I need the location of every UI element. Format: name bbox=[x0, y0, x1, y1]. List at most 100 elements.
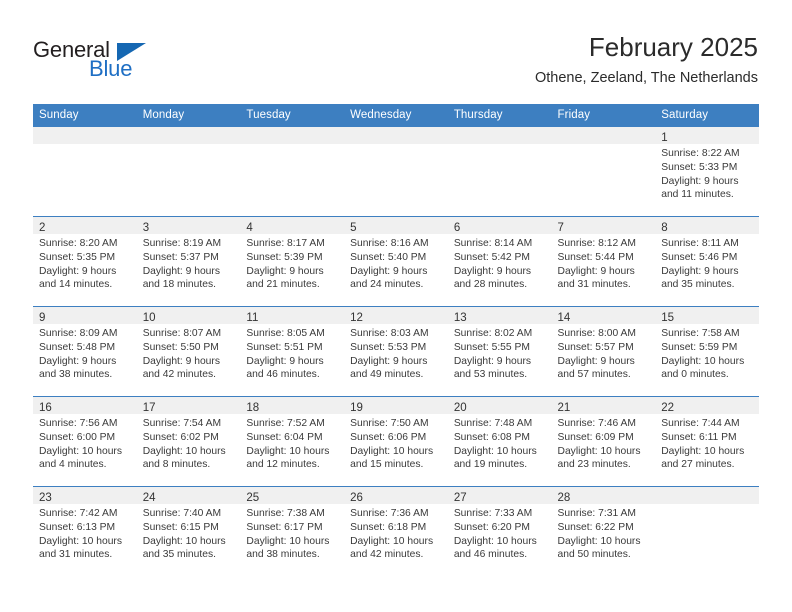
daylight-text: Daylight: 10 hours and 50 minutes. bbox=[557, 535, 641, 561]
day-details: Sunrise: 7:48 AM Sunset: 6:08 PM Daylight:… bbox=[448, 414, 552, 472]
calendar-table: Sunday Monday Tuesday Wednesday Thursday… bbox=[33, 104, 759, 576]
day-cell-inner bbox=[447, 127, 552, 216]
calendar-day-cell[interactable]: 7 Sunrise: 8:12 AM Sunset: 5:44 PM Daylight… bbox=[551, 216, 656, 307]
sunset-text: Sunset: 5:57 PM bbox=[557, 341, 634, 353]
day-cell-inner: 18 Sunrise: 7:52 AM Sunset: 6:04 PM Dayligh… bbox=[240, 397, 345, 486]
sunset-text: Sunset: 5:35 PM bbox=[39, 251, 116, 263]
calendar-day-cell[interactable]: 24 Sunrise: 7:40 AM Sunset: 6:15 PM Dayligh… bbox=[136, 486, 241, 576]
sunrise-text: Sunrise: 8:03 AM bbox=[350, 328, 429, 339]
weekday-header-tuesday: Tuesday bbox=[240, 104, 345, 127]
daylight-text: Daylight: 10 hours and 19 minutes. bbox=[453, 445, 537, 471]
day-details: Sunrise: 8:02 AM Sunset: 5:55 PM Daylight:… bbox=[448, 324, 552, 382]
calendar-day-cell[interactable]: 3 Sunrise: 8:19 AM Sunset: 5:37 PM Daylight… bbox=[136, 216, 241, 307]
sunset-text: Sunset: 6:04 PM bbox=[246, 431, 323, 443]
day-number-band bbox=[447, 127, 552, 144]
sunrise-text: Sunrise: 8:00 AM bbox=[557, 328, 636, 339]
calendar-day-cell[interactable]: 16 Sunrise: 7:56 AM Sunset: 6:00 PM Dayligh… bbox=[33, 396, 137, 487]
calendar-day-cell[interactable]: 15 Sunrise: 7:58 AM Sunset: 5:59 PM Dayligh… bbox=[655, 306, 759, 397]
calendar-day-cell[interactable]: 26 Sunrise: 7:36 AM Sunset: 6:18 PM Dayligh… bbox=[344, 486, 448, 576]
day-cell-inner: 20 Sunrise: 7:48 AM Sunset: 6:08 PM Dayligh… bbox=[447, 397, 552, 486]
day-cell-inner: 19 Sunrise: 7:50 AM Sunset: 6:06 PM Dayligh… bbox=[344, 397, 448, 486]
day-number-band: 18 bbox=[240, 397, 345, 414]
calendar-day-cell[interactable]: 22 Sunrise: 7:44 AM Sunset: 6:11 PM Dayligh… bbox=[655, 396, 759, 487]
daylight-text: Daylight: 9 hours and 57 minutes. bbox=[557, 355, 635, 381]
sunset-text: Sunset: 5:40 PM bbox=[350, 251, 427, 263]
day-number-band: 15 bbox=[655, 307, 759, 324]
day-details: Sunrise: 7:58 AM Sunset: 5:59 PM Daylight:… bbox=[655, 324, 759, 382]
day-number-band: 6 bbox=[447, 217, 552, 234]
day-details: Sunrise: 7:42 AM Sunset: 6:13 PM Daylight:… bbox=[33, 504, 137, 562]
calendar-day-cell[interactable]: 12 Sunrise: 8:03 AM Sunset: 5:53 PM Dayligh… bbox=[344, 306, 448, 397]
calendar-day-cell[interactable]: 1 Sunrise: 8:22 AM Sunset: 5:33 PM Daylight… bbox=[655, 127, 759, 217]
day-number: 3 bbox=[142, 222, 150, 234]
daylight-text: Daylight: 10 hours and 35 minutes. bbox=[142, 535, 226, 561]
daylight-text: Daylight: 9 hours and 18 minutes. bbox=[142, 265, 220, 291]
calendar-cell-empty bbox=[551, 127, 656, 217]
day-number-band: 9 bbox=[33, 307, 137, 324]
sunset-text: Sunset: 6:06 PM bbox=[350, 431, 427, 443]
day-cell-inner: 1 Sunrise: 8:22 AM Sunset: 5:33 PM Daylight… bbox=[655, 127, 759, 216]
daylight-text: Daylight: 10 hours and 0 minutes. bbox=[661, 355, 745, 381]
day-number-band bbox=[136, 127, 241, 144]
sunset-text: Sunset: 5:42 PM bbox=[453, 251, 530, 263]
day-number-band: 22 bbox=[655, 397, 759, 414]
daylight-text: Daylight: 10 hours and 4 minutes. bbox=[39, 445, 122, 471]
calendar-day-cell[interactable]: 20 Sunrise: 7:48 AM Sunset: 6:08 PM Dayligh… bbox=[447, 396, 552, 487]
day-number: 7 bbox=[557, 222, 564, 234]
calendar-day-cell[interactable]: 13 Sunrise: 8:02 AM Sunset: 5:55 PM Dayligh… bbox=[447, 306, 552, 397]
calendar-day-cell[interactable]: 19 Sunrise: 7:50 AM Sunset: 6:06 PM Dayligh… bbox=[344, 396, 448, 487]
day-number: 25 bbox=[246, 492, 260, 504]
calendar-day-cell[interactable]: 17 Sunrise: 7:54 AM Sunset: 6:02 PM Dayligh… bbox=[136, 396, 241, 487]
day-details: Sunrise: 7:46 AM Sunset: 6:09 PM Daylight:… bbox=[552, 414, 656, 472]
day-number: 2 bbox=[39, 222, 46, 234]
sunrise-text: Sunrise: 7:33 AM bbox=[453, 508, 533, 519]
day-details: Sunrise: 8:07 AM Sunset: 5:50 PM Daylight:… bbox=[137, 324, 241, 382]
day-number-band: 11 bbox=[240, 307, 345, 324]
calendar-day-cell[interactable]: 11 Sunrise: 8:05 AM Sunset: 5:51 PM Dayligh… bbox=[240, 306, 345, 397]
calendar-day-cell[interactable]: 28 Sunrise: 7:31 AM Sunset: 6:22 PM Dayligh… bbox=[551, 486, 656, 576]
calendar-day-cell[interactable]: 14 Sunrise: 8:00 AM Sunset: 5:57 PM Dayligh… bbox=[551, 306, 656, 397]
day-cell-inner: 24 Sunrise: 7:40 AM Sunset: 6:15 PM Dayligh… bbox=[136, 487, 241, 576]
calendar-day-cell[interactable]: 4 Sunrise: 8:17 AM Sunset: 5:39 PM Daylight… bbox=[240, 216, 345, 307]
calendar-day-cell[interactable]: 2 Sunrise: 8:20 AM Sunset: 5:35 PM Daylight… bbox=[33, 216, 137, 307]
day-cell-inner: 10 Sunrise: 8:07 AM Sunset: 5:50 PM Dayligh… bbox=[136, 307, 241, 396]
sunset-text: Sunset: 5:48 PM bbox=[39, 341, 116, 353]
general-blue-logo[interactable]: General Blue bbox=[33, 38, 233, 88]
day-number: 6 bbox=[453, 222, 461, 234]
day-cell-inner: 17 Sunrise: 7:54 AM Sunset: 6:02 PM Dayligh… bbox=[136, 397, 241, 486]
calendar-day-cell[interactable]: 10 Sunrise: 8:07 AM Sunset: 5:50 PM Dayligh… bbox=[136, 306, 241, 397]
weekday-header-wednesday: Wednesday bbox=[344, 104, 448, 127]
daylight-text: Daylight: 9 hours and 24 minutes. bbox=[350, 265, 428, 291]
day-cell-inner: 11 Sunrise: 8:05 AM Sunset: 5:51 PM Dayligh… bbox=[240, 307, 345, 396]
day-details: Sunrise: 8:03 AM Sunset: 5:53 PM Daylight:… bbox=[344, 324, 448, 382]
day-number: 19 bbox=[350, 402, 363, 414]
day-details: Sunrise: 8:19 AM Sunset: 5:37 PM Daylight:… bbox=[137, 234, 241, 292]
calendar-day-cell[interactable]: 23 Sunrise: 7:42 AM Sunset: 6:13 PM Dayligh… bbox=[33, 486, 137, 576]
day-details: Sunrise: 7:44 AM Sunset: 6:11 PM Daylight:… bbox=[655, 414, 759, 472]
sunrise-text: Sunrise: 7:52 AM bbox=[246, 418, 325, 429]
sunset-text: Sunset: 6:02 PM bbox=[142, 431, 219, 443]
calendar-day-cell[interactable]: 18 Sunrise: 7:52 AM Sunset: 6:04 PM Dayligh… bbox=[240, 396, 345, 487]
day-cell-inner: 7 Sunrise: 8:12 AM Sunset: 5:44 PM Daylight… bbox=[551, 217, 656, 306]
daylight-text: Daylight: 9 hours and 42 minutes. bbox=[142, 355, 220, 381]
daylight-text: Daylight: 9 hours and 49 minutes. bbox=[350, 355, 428, 381]
calendar-day-cell[interactable]: 21 Sunrise: 7:46 AM Sunset: 6:09 PM Dayligh… bbox=[551, 396, 656, 487]
title-block: February 2025 Othene, Zeeland, The Nethe… bbox=[535, 32, 758, 88]
calendar-day-cell[interactable]: 9 Sunrise: 8:09 AM Sunset: 5:48 PM Daylight… bbox=[33, 306, 137, 397]
calendar-day-cell[interactable]: 27 Sunrise: 7:33 AM Sunset: 6:20 PM Dayligh… bbox=[447, 486, 552, 576]
sunrise-text: Sunrise: 7:38 AM bbox=[246, 508, 325, 519]
calendar-day-cell[interactable]: 5 Sunrise: 8:16 AM Sunset: 5:40 PM Daylight… bbox=[344, 216, 448, 307]
daylight-text: Daylight: 9 hours and 31 minutes. bbox=[557, 265, 635, 291]
day-number: 18 bbox=[246, 402, 260, 414]
calendar-day-cell[interactable]: 6 Sunrise: 8:14 AM Sunset: 5:42 PM Daylight… bbox=[447, 216, 552, 307]
day-details: Sunrise: 8:20 AM Sunset: 5:35 PM Daylight:… bbox=[33, 234, 137, 292]
calendar-day-cell[interactable]: 8 Sunrise: 8:11 AM Sunset: 5:46 PM Daylight… bbox=[655, 216, 759, 307]
sunset-text: Sunset: 6:22 PM bbox=[557, 521, 634, 533]
daylight-text: Daylight: 10 hours and 42 minutes. bbox=[350, 535, 434, 561]
day-cell-inner: 6 Sunrise: 8:14 AM Sunset: 5:42 PM Daylight… bbox=[447, 217, 552, 306]
sunrise-text: Sunrise: 7:58 AM bbox=[661, 328, 740, 339]
calendar-page: General Blue February 2025 Othene, Zeela… bbox=[0, 0, 792, 612]
calendar-day-cell[interactable]: 25 Sunrise: 7:38 AM Sunset: 6:17 PM Dayligh… bbox=[240, 486, 345, 576]
sunrise-text: Sunrise: 8:02 AM bbox=[453, 328, 533, 339]
sunset-text: Sunset: 5:53 PM bbox=[350, 341, 427, 353]
